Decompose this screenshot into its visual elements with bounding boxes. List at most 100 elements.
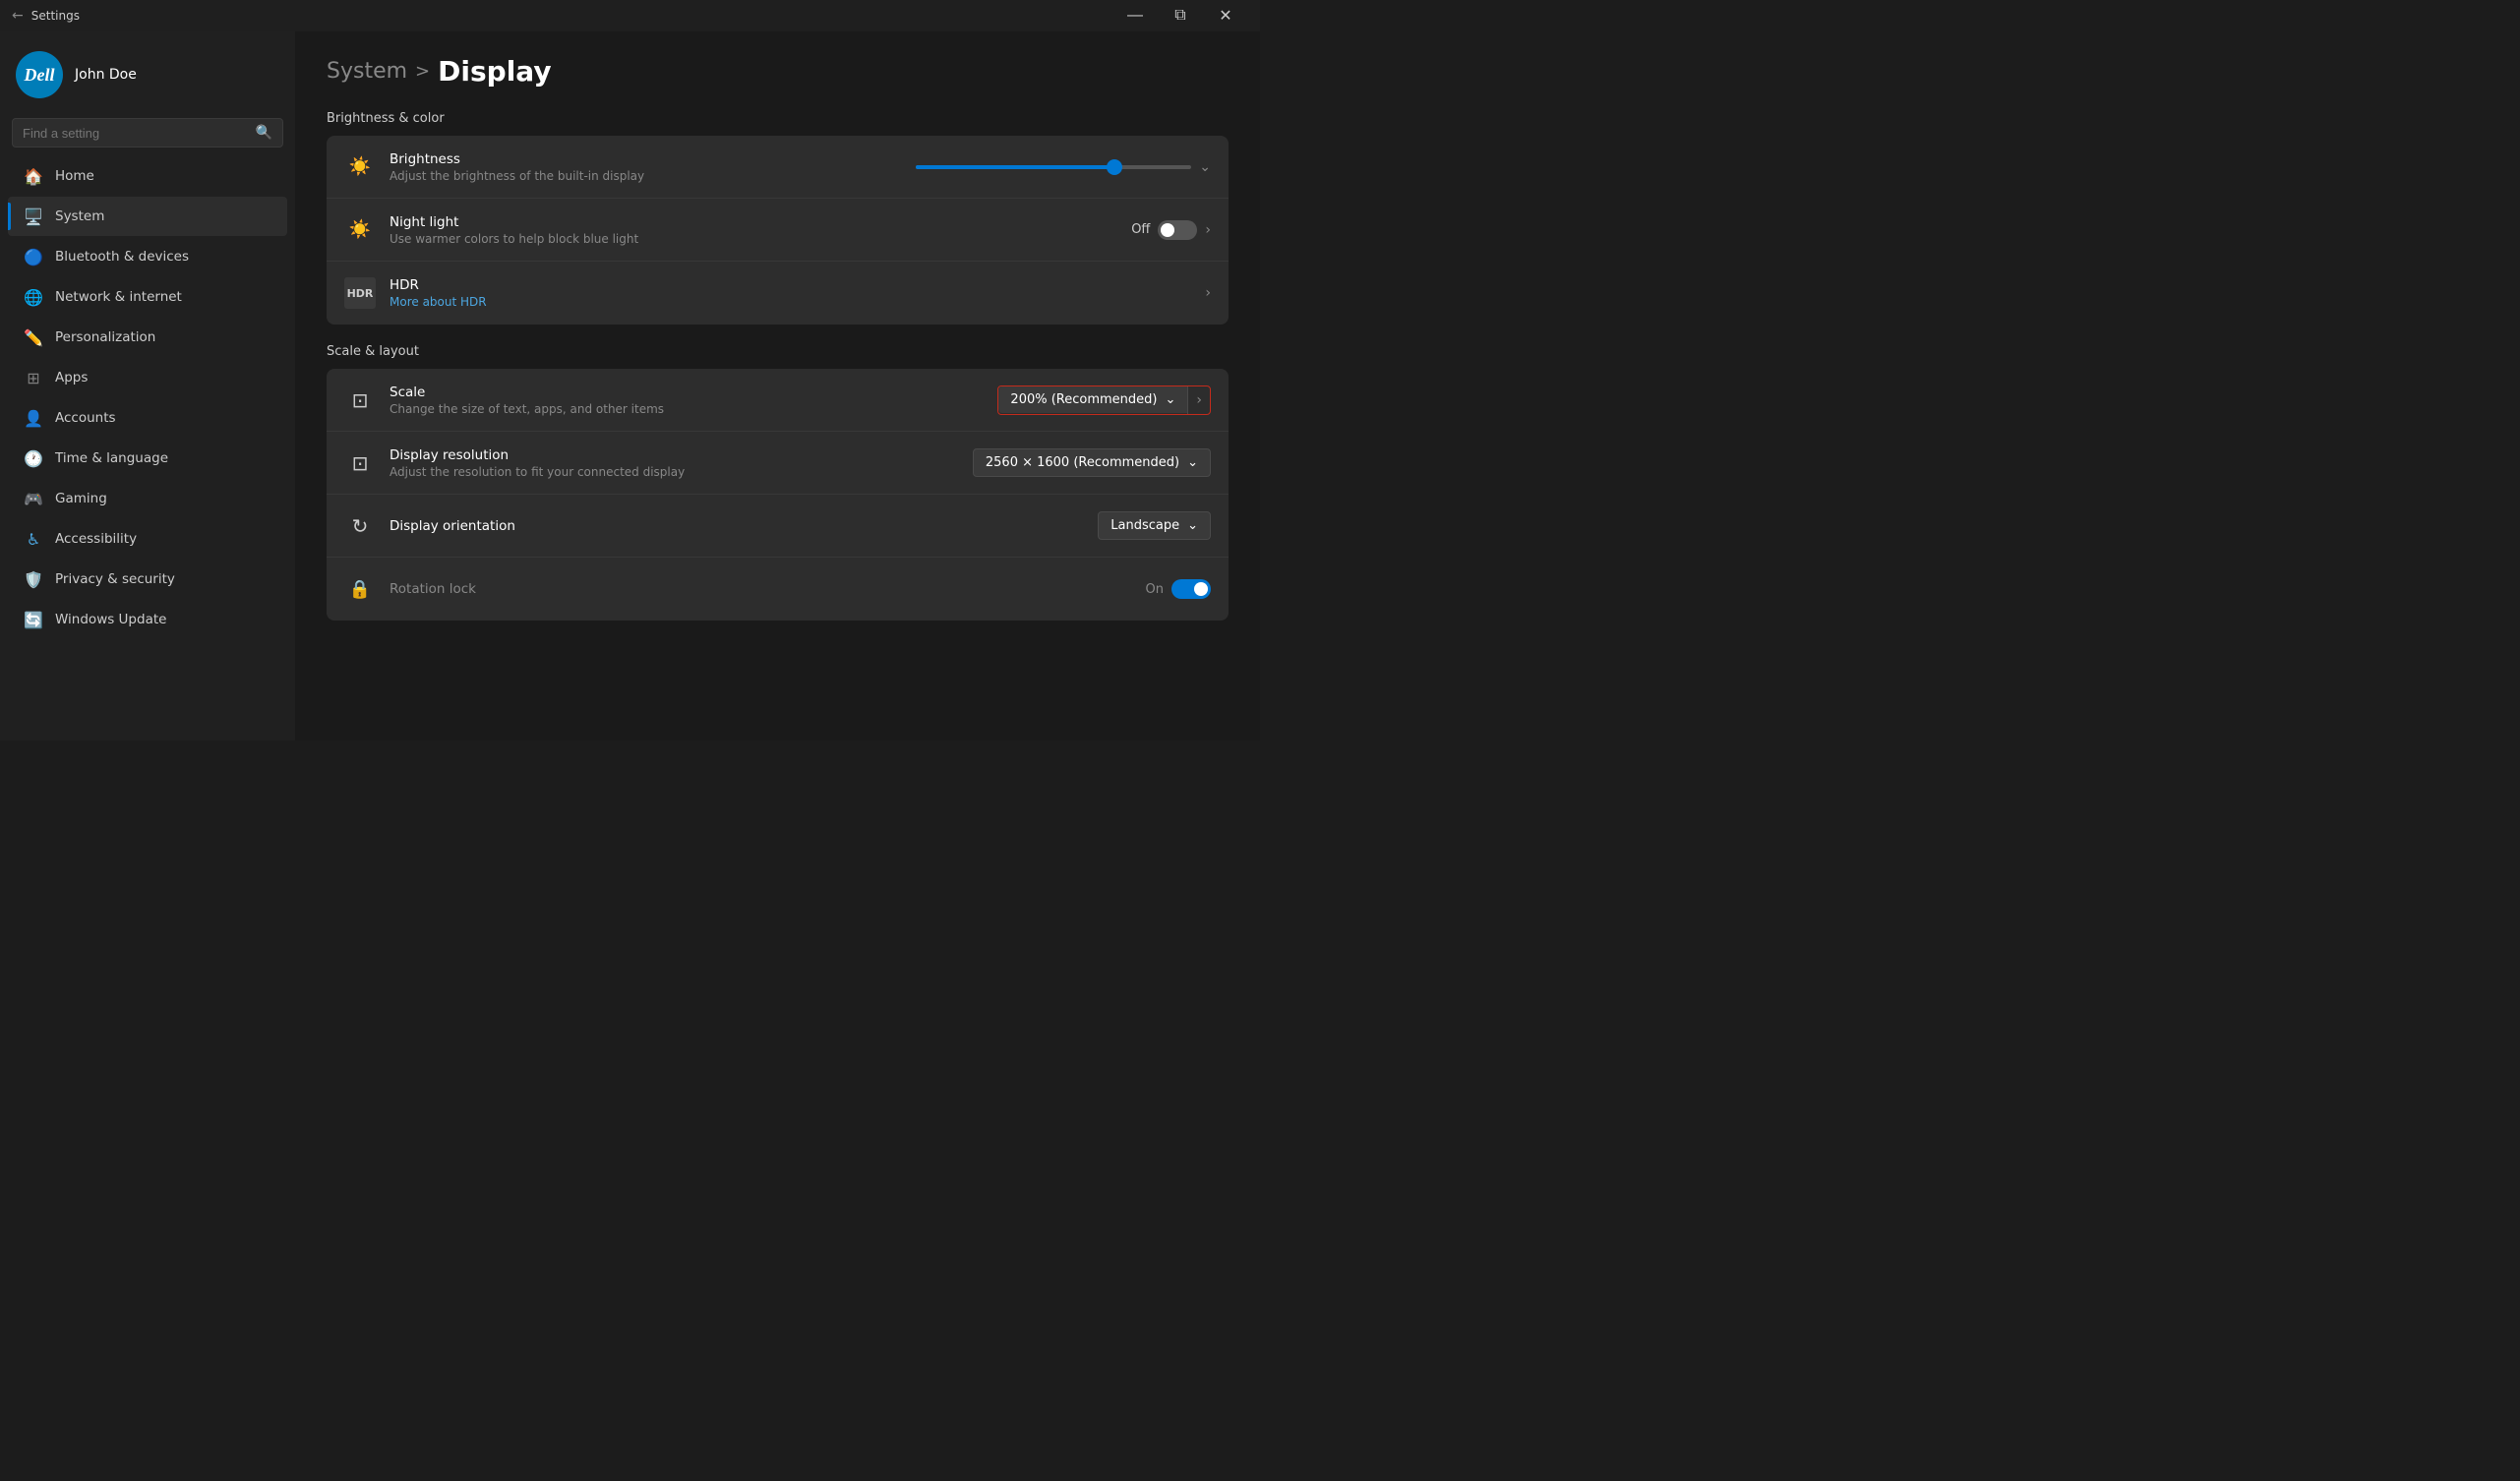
- search-input[interactable]: [23, 126, 248, 141]
- night-light-row[interactable]: ☀️ Night light Use warmer colors to help…: [327, 199, 1229, 262]
- brightness-control: ⌄: [916, 159, 1211, 175]
- scale-subtitle: Change the size of text, apps, and other…: [390, 402, 997, 416]
- breadcrumb-separator: >: [415, 61, 430, 82]
- home-icon: 🏠: [24, 166, 43, 186]
- sidebar-item-accounts[interactable]: 👤 Accounts: [8, 398, 287, 438]
- scale-icon: ⊡: [344, 385, 376, 416]
- sidebar-item-personalization[interactable]: ✏️ Personalization: [8, 318, 287, 357]
- orientation-row[interactable]: ↻ Display orientation Landscape ⌄: [327, 495, 1229, 558]
- sidebar-item-privacy[interactable]: 🛡️ Privacy & security: [8, 560, 287, 599]
- rotation-lock-toggle[interactable]: [1171, 579, 1211, 599]
- personalization-icon: ✏️: [24, 327, 43, 347]
- night-light-title: Night light: [390, 214, 1131, 230]
- brightness-title: Brightness: [390, 151, 916, 167]
- night-light-icon: ☀️: [344, 214, 376, 246]
- resolution-row[interactable]: ⊡ Display resolution Adjust the resoluti…: [327, 432, 1229, 495]
- title-bar-left: ← Settings: [12, 8, 80, 24]
- brightness-chevron[interactable]: ⌄: [1199, 159, 1211, 175]
- accounts-icon: 👤: [24, 408, 43, 428]
- username: John Doe: [75, 67, 137, 83]
- sidebar-item-label: Windows Update: [55, 612, 166, 627]
- sidebar-item-apps[interactable]: ⊞ Apps: [8, 358, 287, 397]
- breadcrumb: System > Display: [327, 55, 1229, 88]
- sidebar-item-gaming[interactable]: 🎮 Gaming: [8, 479, 287, 518]
- sidebar-item-system[interactable]: 🖥️ System: [8, 197, 287, 236]
- slider-thumb[interactable]: [1107, 159, 1122, 175]
- back-icon[interactable]: ←: [12, 8, 24, 24]
- content-area: Dell John Doe 🔍 🏠 Home 🖥️ System: [0, 31, 1260, 740]
- user-profile: Dell John Doe: [0, 31, 295, 114]
- night-light-control: Off ›: [1131, 220, 1211, 240]
- scale-layout-section: Scale & layout ⊡ Scale Change the size o…: [327, 344, 1229, 621]
- maximize-button[interactable]: ⧉: [1158, 0, 1203, 31]
- minimize-button[interactable]: —: [1112, 0, 1158, 31]
- settings-window: ← Settings — ⧉ ✕ Dell John Doe 🔍: [0, 0, 1260, 740]
- hdr-title: HDR: [390, 277, 1205, 293]
- scale-row[interactable]: ⊡ Scale Change the size of text, apps, a…: [327, 369, 1229, 432]
- hdr-chevron[interactable]: ›: [1205, 285, 1211, 301]
- night-light-text: Night light Use warmer colors to help bl…: [390, 214, 1131, 246]
- hdr-row[interactable]: HDR HDR More about HDR ›: [327, 262, 1229, 325]
- sidebar-item-time[interactable]: 🕐 Time & language: [8, 439, 287, 478]
- brightness-icon: ☀️: [344, 151, 376, 183]
- dell-logo-text: Dell: [25, 65, 55, 86]
- main-content: System > Display Brightness & color ☀️ B…: [295, 31, 1260, 740]
- rotation-lock-text: Rotation lock: [390, 581, 1146, 597]
- sidebar-item-label: Gaming: [55, 491, 107, 506]
- network-icon: 🌐: [24, 287, 43, 307]
- orientation-value: Landscape: [1110, 518, 1179, 533]
- night-light-toggle[interactable]: [1158, 220, 1197, 240]
- night-light-toggle-label: Off: [1131, 222, 1150, 237]
- scale-layout-title: Scale & layout: [327, 344, 1229, 359]
- resolution-dropdown[interactable]: 2560 × 1600 (Recommended) ⌄: [973, 448, 1211, 477]
- rotation-lock-toggle-label: On: [1146, 582, 1164, 597]
- sidebar-item-label: System: [55, 208, 104, 224]
- scale-title: Scale: [390, 385, 997, 400]
- rotation-lock-row: 🔒 Rotation lock On: [327, 558, 1229, 621]
- sidebar-item-label: Network & internet: [55, 289, 182, 305]
- rotation-lock-control: On: [1146, 579, 1211, 599]
- hdr-icon: HDR: [344, 277, 376, 309]
- sidebar-item-accessibility[interactable]: ♿ Accessibility: [8, 519, 287, 559]
- breadcrumb-parent[interactable]: System: [327, 59, 407, 84]
- close-button[interactable]: ✕: [1203, 0, 1248, 31]
- sidebar-item-label: Privacy & security: [55, 571, 175, 587]
- bluetooth-icon: 🔵: [24, 247, 43, 267]
- search-icon: 🔍: [256, 125, 272, 141]
- resolution-value: 2560 × 1600 (Recommended): [986, 455, 1179, 470]
- resolution-icon: ⊡: [344, 447, 376, 479]
- sidebar-item-label: Personalization: [55, 329, 155, 345]
- resolution-control: 2560 × 1600 (Recommended) ⌄: [973, 448, 1211, 477]
- system-icon: 🖥️: [24, 207, 43, 226]
- sidebar-item-bluetooth[interactable]: 🔵 Bluetooth & devices: [8, 237, 287, 276]
- brightness-slider[interactable]: [916, 165, 1191, 169]
- scale-nav-chevron[interactable]: ›: [1187, 386, 1210, 414]
- gaming-icon: 🎮: [24, 489, 43, 508]
- rotation-lock-toggle-thumb: [1194, 582, 1208, 596]
- rotation-lock-title: Rotation lock: [390, 581, 1146, 597]
- orientation-icon: ↻: [344, 510, 376, 542]
- scale-dropdown[interactable]: 200% (Recommended) ⌄: [998, 386, 1187, 413]
- brightness-row[interactable]: ☀️ Brightness Adjust the brightness of t…: [327, 136, 1229, 199]
- apps-icon: ⊞: [24, 368, 43, 387]
- resolution-text: Display resolution Adjust the resolution…: [390, 447, 973, 479]
- brightness-subtitle: Adjust the brightness of the built-in di…: [390, 169, 916, 183]
- scale-row-control: 200% (Recommended) ⌄ ›: [997, 385, 1211, 415]
- hdr-text: HDR More about HDR: [390, 277, 1205, 309]
- sidebar-item-network[interactable]: 🌐 Network & internet: [8, 277, 287, 317]
- search-box[interactable]: 🔍: [12, 118, 283, 148]
- hdr-subtitle[interactable]: More about HDR: [390, 295, 1205, 309]
- sidebar-item-label: Accounts: [55, 410, 116, 426]
- hdr-control: ›: [1205, 285, 1211, 301]
- scale-value: 200% (Recommended): [1010, 392, 1157, 407]
- night-light-subtitle: Use warmer colors to help block blue lig…: [390, 232, 1131, 246]
- orientation-control: Landscape ⌄: [1098, 511, 1211, 540]
- title-bar-title: Settings: [31, 9, 80, 23]
- sidebar-item-home[interactable]: 🏠 Home: [8, 156, 287, 196]
- night-light-chevron[interactable]: ›: [1205, 222, 1211, 238]
- sidebar-item-update[interactable]: 🔄 Windows Update: [8, 600, 287, 639]
- privacy-icon: 🛡️: [24, 569, 43, 589]
- rotation-lock-icon: 🔒: [344, 573, 376, 605]
- toggle-thumb: [1161, 223, 1174, 237]
- orientation-dropdown[interactable]: Landscape ⌄: [1098, 511, 1211, 540]
